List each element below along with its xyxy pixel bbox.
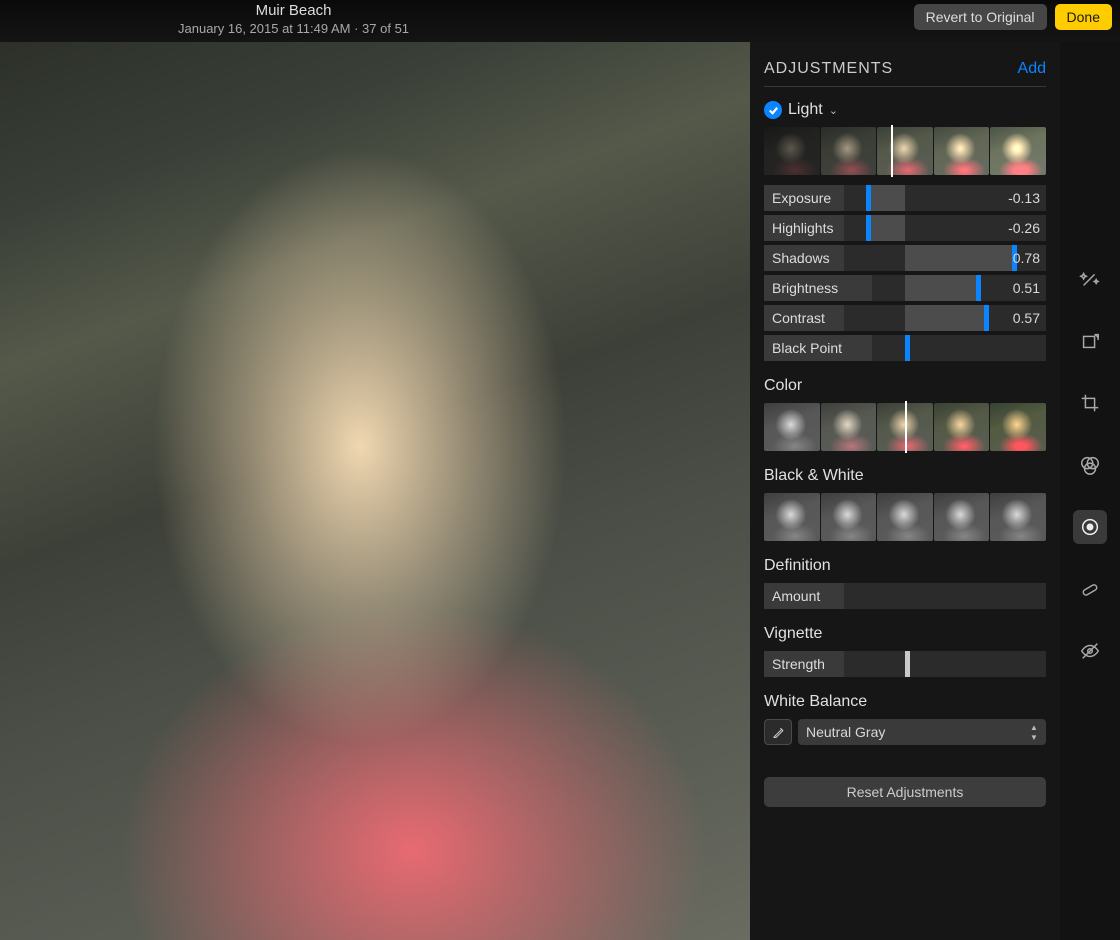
wb-select[interactable]: Neutral Gray ▲▼ <box>798 719 1046 745</box>
color-thumb-strip[interactable] <box>764 403 1046 451</box>
check-icon <box>764 101 782 119</box>
vignette-slider[interactable]: Strength <box>764 651 1046 677</box>
bw-thumb <box>934 493 990 541</box>
bw-header[interactable]: Black & White <box>764 467 1046 485</box>
color-thumb <box>934 403 990 451</box>
light-thumb <box>990 127 1046 175</box>
panel-title: ADJUSTMENTS <box>764 60 893 78</box>
wb-selected: Neutral Gray <box>806 724 885 740</box>
light-slider-brightness[interactable]: Brightness 0.51 <box>764 275 1046 301</box>
slider-label: Highlights <box>764 215 844 241</box>
adjust-icon[interactable] <box>1073 510 1107 544</box>
section-light: Light ⌄ Exposure -0.13 Highlights -0.26 Shad… <box>764 101 1046 361</box>
light-thumb <box>764 127 820 175</box>
strip-marker[interactable] <box>891 125 893 177</box>
header-bar: Muir Beach January 16, 2015 at 11:49 AM … <box>0 0 1120 42</box>
slider-value: -0.26 <box>1008 215 1040 241</box>
strip-marker[interactable] <box>905 401 907 453</box>
color-title: Color <box>764 377 802 395</box>
slider-label: Black Point <box>764 335 872 361</box>
bw-thumb-strip[interactable] <box>764 493 1046 541</box>
bw-thumb <box>821 493 877 541</box>
slider-value: 0.78 <box>1013 245 1040 271</box>
slider-label: Strength <box>764 651 844 677</box>
bw-thumb <box>990 493 1046 541</box>
light-thumb <box>877 127 933 175</box>
eyedropper-icon <box>771 725 786 740</box>
light-slider-exposure[interactable]: Exposure -0.13 <box>764 185 1046 211</box>
vignette-header[interactable]: Vignette <box>764 625 1046 643</box>
slider-value: 0.57 <box>1013 305 1040 331</box>
done-button[interactable]: Done <box>1055 4 1112 30</box>
filters-icon[interactable] <box>1073 448 1107 482</box>
stepper-icon: ▲▼ <box>1026 721 1042 743</box>
hide-icon[interactable] <box>1073 634 1107 668</box>
slider-thumb[interactable] <box>905 335 910 361</box>
wb-title: White Balance <box>764 693 867 711</box>
slider-value: 0.51 <box>1013 275 1040 301</box>
rotate-icon[interactable] <box>1073 324 1107 358</box>
bw-title: Black & White <box>764 467 864 485</box>
eyedropper-button[interactable] <box>764 719 792 745</box>
definition-title: Definition <box>764 557 831 575</box>
slider-thumb[interactable] <box>866 215 871 241</box>
light-slider-highlights[interactable]: Highlights -0.26 <box>764 215 1046 241</box>
bw-thumb <box>764 493 820 541</box>
light-slider-contrast[interactable]: Contrast 0.57 <box>764 305 1046 331</box>
photo-placeholder <box>0 42 750 940</box>
slider-label: Amount <box>764 583 844 609</box>
retouch-icon[interactable] <box>1073 572 1107 606</box>
adjustments-panel: ADJUSTMENTS Add Light ⌄ Exposure -0.13 Hig… <box>750 42 1060 940</box>
tool-rail <box>1060 42 1120 940</box>
slider-thumb[interactable] <box>976 275 981 301</box>
section-definition: Definition Amount <box>764 557 1046 609</box>
slider-value: -0.13 <box>1008 185 1040 211</box>
reset-adjustments-button[interactable]: Reset Adjustments <box>764 777 1046 807</box>
definition-slider[interactable]: Amount <box>764 583 1046 609</box>
color-thumb <box>764 403 820 451</box>
wb-header[interactable]: White Balance <box>764 693 1046 711</box>
add-adjustment-button[interactable]: Add <box>1018 60 1046 78</box>
section-white-balance: White Balance Neutral Gray ▲▼ <box>764 693 1046 745</box>
photo-title: Muir Beach <box>178 2 409 21</box>
magic-wand-icon[interactable] <box>1073 262 1107 296</box>
section-bw: Black & White <box>764 467 1046 541</box>
title-block: Muir Beach January 16, 2015 at 11:49 AM … <box>178 2 409 37</box>
slider-thumb[interactable] <box>905 651 910 677</box>
slider-thumb[interactable] <box>984 305 989 331</box>
slider-label: Contrast <box>764 305 844 331</box>
slider-label: Shadows <box>764 245 844 271</box>
slider-label: Exposure <box>764 185 844 211</box>
revert-button[interactable]: Revert to Original <box>914 4 1047 30</box>
light-header[interactable]: Light ⌄ <box>764 101 1046 119</box>
photo-subtitle: January 16, 2015 at 11:49 AM · 37 of 51 <box>178 21 409 37</box>
bw-thumb <box>877 493 933 541</box>
color-thumb <box>990 403 1046 451</box>
light-slider-shadows[interactable]: Shadows 0.78 <box>764 245 1046 271</box>
light-thumb <box>821 127 877 175</box>
slider-thumb[interactable] <box>866 185 871 211</box>
chevron-down-icon: ⌄ <box>829 104 838 117</box>
color-thumb <box>821 403 877 451</box>
section-color: Color <box>764 377 1046 451</box>
light-thumb-strip[interactable] <box>764 127 1046 175</box>
vignette-title: Vignette <box>764 625 822 643</box>
light-thumb <box>934 127 990 175</box>
light-slider-black-point[interactable]: Black Point <box>764 335 1046 361</box>
section-vignette: Vignette Strength <box>764 625 1046 677</box>
slider-label: Brightness <box>764 275 872 301</box>
definition-header[interactable]: Definition <box>764 557 1046 575</box>
light-title: Light <box>788 101 823 119</box>
color-header[interactable]: Color <box>764 377 1046 395</box>
photo-canvas[interactable] <box>0 42 750 940</box>
crop-icon[interactable] <box>1073 386 1107 420</box>
